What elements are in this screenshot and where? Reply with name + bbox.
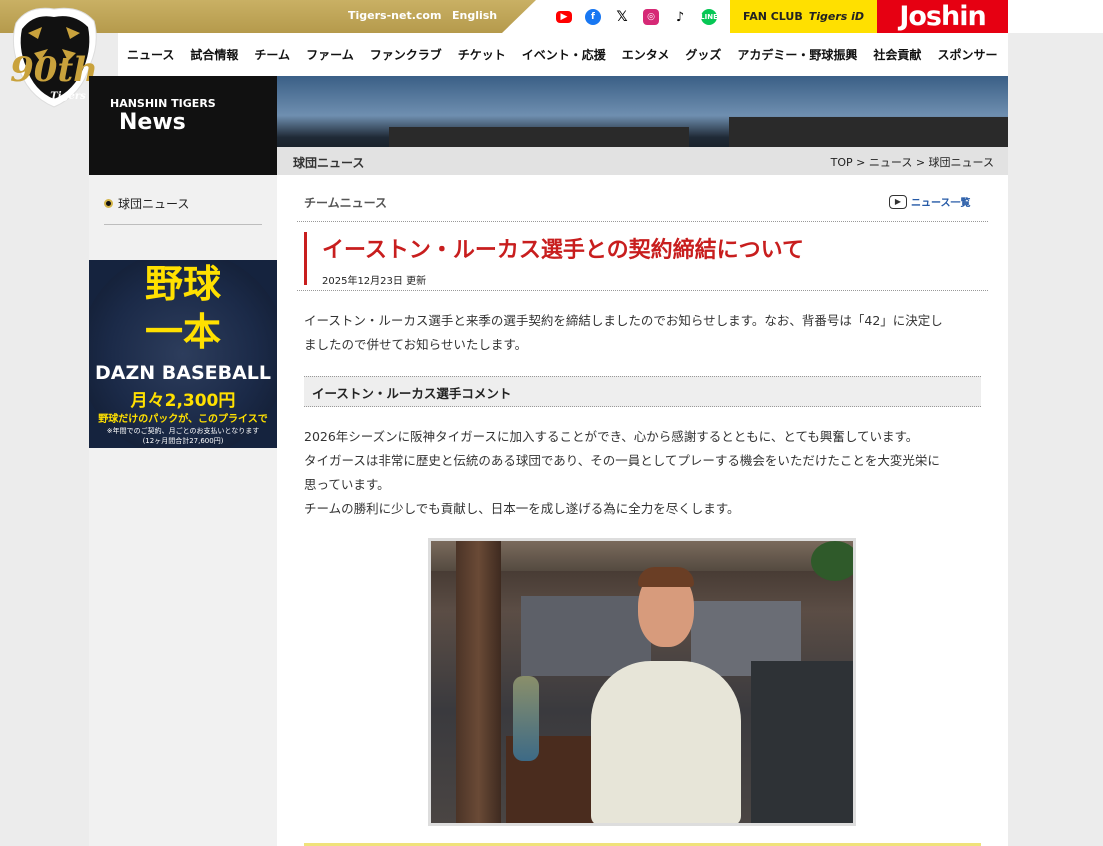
- stadium-stand: [389, 127, 689, 147]
- x-icon[interactable]: 𝕏: [614, 9, 630, 25]
- comment-heading: イーストン・ルーカス選手コメント: [304, 376, 981, 407]
- fanclub-label: FAN CLUB: [742, 10, 803, 23]
- banner-title-small: HANSHIN TIGERS: [110, 97, 216, 110]
- nav-item-ticket[interactable]: チケット: [458, 46, 506, 63]
- category-label: チームニュース: [304, 196, 388, 210]
- nav-item-social[interactable]: 社会貢献: [873, 46, 921, 63]
- logo-tigers-text: Tigers: [50, 91, 86, 102]
- nav-item-entertainment[interactable]: エンタメ: [622, 46, 670, 63]
- comment-line: 思っています。: [304, 477, 390, 492]
- photo-glass-panel: [751, 661, 853, 823]
- section-title: 球団ニュース: [293, 156, 365, 170]
- ad-headline-2: 一本: [144, 310, 221, 354]
- breadcrumb[interactable]: TOP > ニュース > 球団ニュース: [831, 154, 994, 170]
- ad-brand: DAZN BASEBALL: [94, 362, 272, 384]
- line-icon[interactable]: LINE: [700, 9, 718, 25]
- ad-tagline: 野球だけのパックが、このプライスで: [98, 414, 268, 425]
- ad-headline-1: 野球: [144, 262, 221, 306]
- tiktok-icon[interactable]: ♪: [672, 9, 688, 25]
- article-header: イーストン・ルーカス選手との契約締結について 2025年12月23日 更新: [304, 232, 988, 287]
- comment-line: チームの勝利に少しでも貢献し、日本一を成し遂げる為に全力を尽くします。: [304, 501, 740, 516]
- article-title: イーストン・ルーカス選手との契約締結について: [322, 238, 805, 263]
- photo-pillar: [456, 541, 501, 823]
- bullet-icon: [104, 199, 113, 208]
- divider: [297, 290, 988, 291]
- photo-statue: [513, 676, 539, 761]
- tigers-net-link[interactable]: Tigers-net.com: [348, 9, 441, 22]
- photo-foliage: [811, 541, 853, 581]
- facebook-icon[interactable]: f: [585, 9, 601, 25]
- ad-price: 月々2,300円: [130, 391, 236, 411]
- dazn-ad[interactable]: 野球 一本 DAZN BASEBALL 月々2,300円 野球だけのパックが、こ…: [89, 260, 277, 448]
- nav-item-fanclub[interactable]: ファンクラブ: [370, 46, 442, 63]
- sidebar: 球団ニュース 野球 一本 DAZN BASEBALL 月々2,300円 野球だけ…: [89, 175, 277, 846]
- stadium-stand: [729, 117, 1008, 147]
- comment-body: 2026年シーズンに阪神タイガースに加入することができ、心から感謝するとともに、…: [304, 425, 984, 521]
- article-date: 2025年12月23日 更新: [322, 276, 427, 287]
- main-content: チームニュース ▶ ニュース一覧 イーストン・ルーカス選手との契約締結について …: [277, 175, 1008, 846]
- sidebar-item-label: 球団ニュース: [118, 197, 190, 211]
- top-bar: Tigers-net.com English ▶ f 𝕏 ◎ ♪ LINE FA…: [0, 0, 1103, 33]
- sidebar-item-team-news[interactable]: 球団ニュース: [104, 195, 262, 225]
- article-intro: イーストン・ルーカス選手と来季の選手契約を締結しましたのでお知らせします。なお、…: [304, 309, 984, 357]
- intro-line: イーストン・ルーカス選手と来季の選手契約を締結しましたのでお知らせします。なお、…: [304, 313, 943, 328]
- player-photo: [428, 538, 856, 826]
- nav-item-academy[interactable]: アカデミー・野球振興: [737, 46, 857, 63]
- nav-item-events[interactable]: イベント・応援: [522, 46, 606, 63]
- main-nav: ニュース 試合情報 チーム ファーム ファンクラブ チケット イベント・応援 エ…: [118, 33, 1008, 76]
- section-bar: 球団ニュース TOP > ニュース > 球団ニュース: [277, 147, 1008, 175]
- photo-person-hair: [638, 567, 694, 587]
- chevron-right-icon: ▶: [889, 194, 907, 209]
- nav-item-team[interactable]: チーム: [254, 46, 290, 63]
- comment-line: タイガースは非常に歴史と伝統のある球団であり、その一員としてプレーする機会をいた…: [304, 453, 940, 468]
- photo-person-body: [591, 661, 741, 823]
- nav-item-games[interactable]: 試合情報: [190, 46, 238, 63]
- ad-note-total: (12ヶ月間合計27,600円): [142, 437, 224, 445]
- english-link[interactable]: English: [452, 9, 497, 22]
- news-list-label: ニュース一覧: [911, 198, 971, 209]
- intro-line: ましたので併せてお知らせいたします。: [304, 337, 528, 352]
- instagram-icon[interactable]: ◎: [643, 9, 659, 25]
- tigers-id-label: Tigers iD: [808, 10, 865, 23]
- nav-item-news[interactable]: ニュース: [127, 46, 174, 63]
- youtube-icon[interactable]: ▶: [556, 11, 572, 23]
- nav-item-farm[interactable]: ファーム: [306, 46, 354, 63]
- nav-item-sponsors[interactable]: スポンサー: [937, 46, 997, 63]
- joshin-banner[interactable]: Joshin: [877, 0, 1008, 33]
- nav-item-goods[interactable]: グッズ: [685, 46, 721, 63]
- comment-line: 2026年シーズンに阪神タイガースに加入することができ、心から感謝するとともに、…: [304, 429, 919, 444]
- divider: [297, 221, 988, 222]
- news-list-link[interactable]: ▶ ニュース一覧: [889, 194, 971, 209]
- logo-90th-text: 90th: [10, 50, 98, 90]
- fanclub-button[interactable]: FAN CLUB Tigers iD: [730, 0, 877, 33]
- ad-note: ※年間でのご契約、月ごとのお支払いとなります: [106, 427, 260, 435]
- banner-title-large: News: [119, 110, 186, 135]
- tigers-90th-logo[interactable]: 90th Tigers: [8, 3, 100, 113]
